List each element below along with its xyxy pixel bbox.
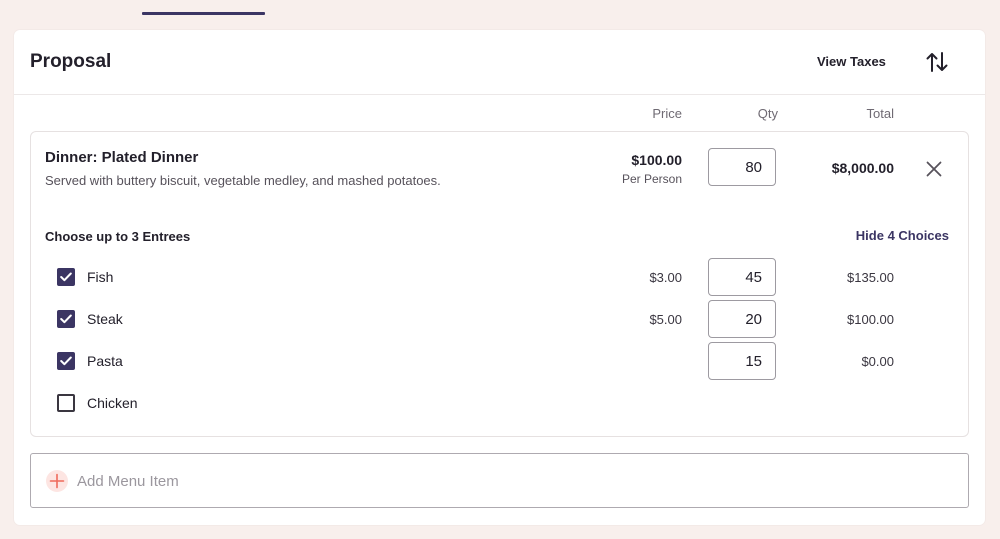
menu-item-price-unit: Per Person [621, 172, 682, 186]
choice-price: $3.00 [649, 270, 682, 285]
menu-item-card: Dinner: Plated Dinner Served with butter… [30, 131, 969, 437]
sort-arrows-icon[interactable] [925, 51, 949, 73]
choice-checkbox-pasta[interactable] [57, 352, 75, 370]
choice-name: Steak [87, 311, 123, 327]
check-icon [60, 356, 72, 366]
choice-total: $0.00 [861, 354, 894, 369]
hide-choices-button[interactable]: Hide 4 Choices [856, 228, 949, 243]
column-header-price: Price [652, 106, 682, 121]
choice-qty-input-fish[interactable]: 45 [708, 258, 776, 296]
page-title: Proposal [30, 51, 112, 72]
menu-item-description: Served with buttery biscuit, vegetable m… [45, 173, 441, 188]
column-header-total: Total [866, 106, 894, 121]
choice-checkbox-fish[interactable] [57, 268, 75, 286]
choice-total: $135.00 [847, 270, 894, 285]
active-tab-indicator [142, 12, 265, 15]
choice-total: $100.00 [847, 312, 894, 327]
proposal-card: Proposal View Taxes Price Qty Total Dinn… [14, 30, 985, 525]
choice-name: Fish [87, 269, 114, 285]
menu-item-price: $100.00 [631, 152, 682, 168]
view-taxes-button[interactable]: View Taxes [817, 54, 886, 69]
choices-label: Choose up to 3 Entrees [45, 229, 191, 244]
choice-row-fish: Fish $3.00 45 $135.00 [31, 257, 968, 297]
choice-row-pasta: Pasta 15 $0.00 [31, 341, 968, 381]
check-icon [60, 314, 72, 324]
choice-price: $5.00 [649, 312, 682, 327]
menu-item-title: Dinner: Plated Dinner [45, 149, 199, 166]
proposal-header: Proposal View Taxes [14, 30, 985, 95]
choice-checkbox-steak[interactable] [57, 310, 75, 328]
menu-item-total: $8,000.00 [831, 160, 894, 176]
column-header-qty: Qty [757, 106, 778, 121]
choice-name: Pasta [87, 353, 123, 369]
close-icon[interactable] [926, 161, 942, 177]
choice-row-steak: Steak $5.00 20 $100.00 [31, 299, 968, 339]
add-menu-item-placeholder: Add Menu Item [77, 473, 179, 490]
choice-checkbox-chicken[interactable] [57, 394, 75, 412]
check-icon [60, 272, 72, 282]
plus-icon [46, 470, 68, 492]
add-menu-item-input[interactable]: Add Menu Item [30, 453, 969, 508]
choice-qty-input-steak[interactable]: 20 [708, 300, 776, 338]
choice-name: Chicken [87, 395, 138, 411]
choice-row-chicken: Chicken [31, 383, 968, 423]
choice-qty-input-pasta[interactable]: 15 [708, 342, 776, 380]
menu-item-qty-input[interactable]: 80 [708, 148, 776, 186]
